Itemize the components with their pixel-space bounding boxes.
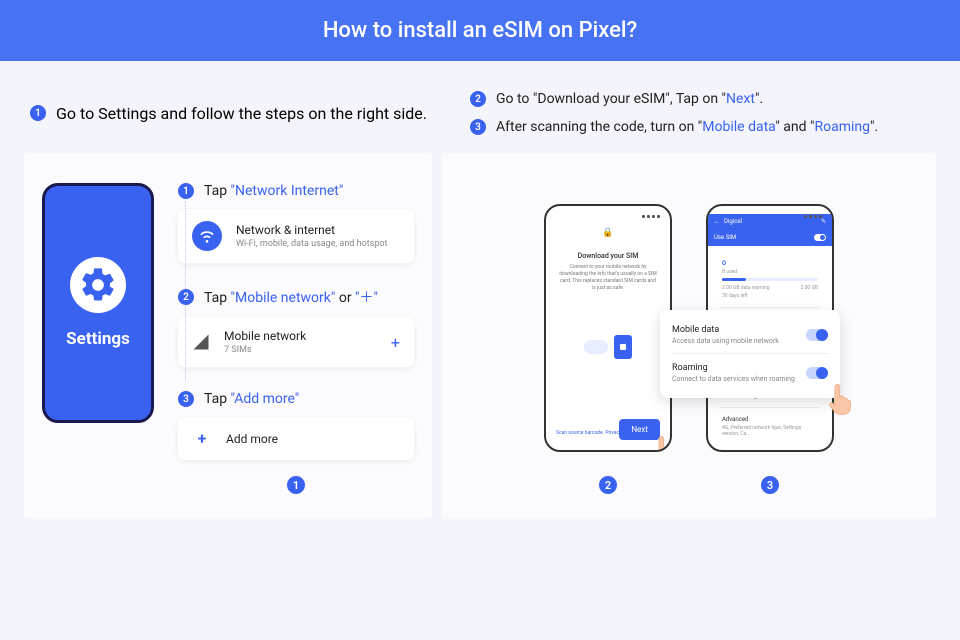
wifi-icon	[192, 221, 222, 251]
substep-badge-2: 2	[178, 289, 194, 305]
cloud-illustration	[558, 312, 658, 382]
card-sub: 7 SIMs	[224, 345, 377, 355]
roaming-toggle[interactable]	[806, 367, 828, 379]
substep-3: 3 Tap "Add more" + Add more	[178, 391, 414, 460]
use-sim-row[interactable]: Use SIM	[708, 229, 832, 246]
status-bar	[552, 212, 664, 220]
card-title: Network & internet	[236, 223, 400, 237]
next-button[interactable]: Next	[619, 419, 660, 440]
accent-next: Next	[726, 91, 755, 107]
settings-phone-wrap: Settings	[42, 183, 154, 494]
card-network-internet[interactable]: Network & internet Wi-Fi, mobile, data u…	[178, 209, 414, 263]
card-add-more[interactable]: + Add more	[178, 417, 414, 460]
instruction-1-text: Go to Settings and follow the steps on t…	[56, 104, 427, 123]
accent-roaming: Roaming	[814, 119, 870, 135]
signal-icon	[192, 333, 210, 351]
settings-label: Settings	[66, 329, 130, 349]
card-title: Add more	[226, 432, 400, 446]
cloud-icon	[584, 340, 608, 354]
instruction-1: 1 Go to Settings and follow the steps on…	[30, 91, 430, 135]
carrier-name: Digicel	[724, 218, 742, 225]
use-sim-toggle[interactable]	[814, 234, 826, 241]
accent-mobile-data: Mobile data	[702, 119, 775, 135]
edit-icon[interactable]: ✎	[821, 218, 826, 225]
instruction-3: 3 After scanning the code, turn on "Mobi…	[470, 119, 930, 135]
instructions-right: 2 Go to "Download your eSIM", Tap on "Ne…	[470, 91, 930, 135]
phone-3-column: ← Digicel ✎ Use SIM O B used 2.00 GB dat…	[706, 204, 834, 494]
page-header: How to install an eSIM on Pixel?	[0, 0, 960, 61]
header-title: How to install an eSIM on Pixel?	[323, 18, 637, 43]
lock-icon: 🔒	[558, 228, 658, 238]
instructions-row: 1 Go to Settings and follow the steps on…	[0, 61, 960, 153]
badge-1: 1	[30, 105, 46, 121]
phone-download-sim: 🔒 Download your SIM Connect to your mobi…	[544, 204, 672, 452]
mobile-data-row[interactable]: Mobile data Access data using mobile net…	[672, 320, 828, 354]
panel-footer-badge-1: 1	[287, 476, 305, 494]
back-icon[interactable]: ←	[714, 218, 720, 225]
mobile-data-sub: Access data using mobile network	[672, 337, 779, 345]
gear-icon	[70, 257, 126, 313]
card-sub: Wi-Fi, mobile, data usage, and hotspot	[236, 239, 400, 249]
panels-row: Settings 1 Tap "Network Internet" Networ…	[0, 153, 960, 518]
badge-2: 2	[470, 91, 486, 107]
roaming-sub: Connect to data services when roaming	[672, 375, 795, 383]
download-title: Download your SIM	[558, 252, 658, 260]
download-sub: Connect to your mobile network by downlo…	[558, 264, 658, 292]
substep-2: 2 Tap "Mobile network" or "＋" Mobile net…	[178, 287, 414, 367]
phone-2-column: 🔒 Download your SIM Connect to your mobi…	[544, 204, 672, 494]
roaming-row[interactable]: Roaming Connect to data services when ro…	[672, 358, 828, 388]
panel-step-1: Settings 1 Tap "Network Internet" Networ…	[24, 153, 432, 518]
roaming-title: Roaming	[672, 363, 795, 373]
panel-footer-badge-2: 2	[599, 476, 617, 494]
panel-footer-badge-3: 3	[761, 476, 779, 494]
mobile-data-toggle[interactable]	[806, 329, 828, 341]
panel-steps-2-3: 🔒 Download your SIM Connect to your mobi…	[442, 153, 936, 518]
plus-icon[interactable]: +	[391, 333, 400, 352]
steps-column: 1 Tap "Network Internet" Network & inter…	[178, 183, 414, 494]
mobile-data-title: Mobile data	[672, 325, 779, 335]
substep-badge-1: 1	[178, 183, 194, 199]
substep-badge-3: 3	[178, 391, 194, 407]
settings-phone: Settings	[42, 183, 154, 423]
card-mobile-network[interactable]: Mobile network 7 SIMs +	[178, 317, 414, 367]
instruction-2: 2 Go to "Download your eSIM", Tap on "Ne…	[470, 91, 930, 107]
substep-1: 1 Tap "Network Internet" Network & inter…	[178, 183, 414, 263]
badge-3: 3	[470, 119, 486, 135]
sim-card-icon	[614, 335, 632, 359]
plus-icon: +	[192, 429, 212, 448]
card-title: Mobile network	[224, 329, 377, 343]
toggle-overlay-card: Mobile data Access data using mobile net…	[660, 310, 840, 398]
